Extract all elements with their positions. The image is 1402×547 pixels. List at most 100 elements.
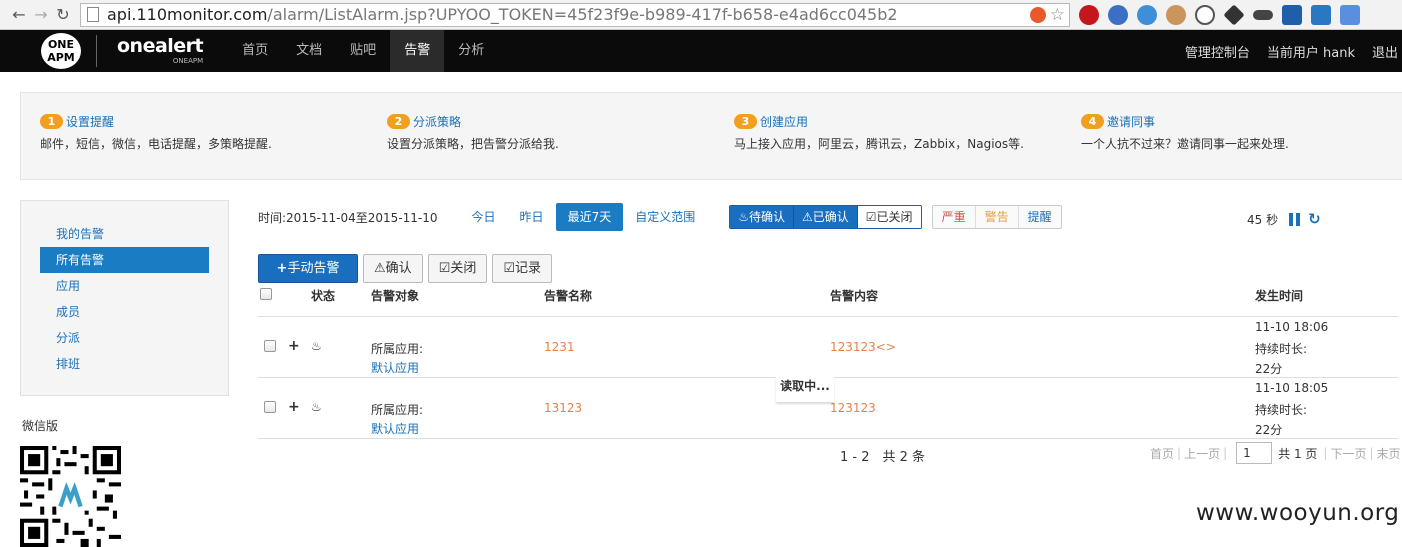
filter-custom-range[interactable]: 自定义范围 xyxy=(623,203,707,231)
chart-ext-icon[interactable] xyxy=(1282,4,1302,25)
step-title-link[interactable]: 创建应用 xyxy=(760,113,808,130)
cloud-icon[interactable] xyxy=(1137,4,1157,25)
object-label: 所属应用: xyxy=(371,342,424,356)
step-dispatch: 2 分派策略 设置分派策略，把告警分派给我. xyxy=(368,93,715,179)
select-all-checkbox[interactable] xyxy=(260,288,272,300)
star-icon[interactable]: ☆ xyxy=(1050,5,1065,25)
alert-content-link[interactable]: 123123<> xyxy=(830,340,896,354)
logout-link[interactable]: 退出 xyxy=(1372,42,1398,61)
col-time: 发生时间 xyxy=(1255,289,1304,303)
nav-analysis[interactable]: 分析 xyxy=(444,30,498,72)
translate-icon[interactable] xyxy=(1340,4,1360,25)
table-row[interactable]: + ♨ 所属应用: 默认应用 1231 123123<> 11-10 18:06… xyxy=(258,317,1398,378)
alert-content-link[interactable]: 123123 xyxy=(830,401,876,415)
page-number-input[interactable]: 1 xyxy=(1236,442,1273,464)
pause-icon[interactable] xyxy=(1289,212,1301,226)
brand-logo[interactable]: onealert ONEAPM xyxy=(117,37,204,65)
row-checkbox[interactable] xyxy=(264,340,276,352)
close-button[interactable]: ☑关闭 xyxy=(427,254,488,283)
header-right: 管理控制台 当前用户 hank 退出 xyxy=(1185,42,1402,61)
status-filter-group: ♨待确认 ⚠已确认 ☑已关闭 xyxy=(729,205,922,229)
expand-plus-icon[interactable]: + xyxy=(288,399,300,415)
back-icon[interactable]: ← xyxy=(8,4,30,26)
alert-name-link[interactable]: 1231 xyxy=(544,340,575,354)
object-app-link[interactable]: 默认应用 xyxy=(371,420,419,437)
mask-icon[interactable] xyxy=(1253,9,1273,20)
sidebar-item-all-alerts[interactable]: 所有告警 xyxy=(40,247,209,273)
next-page-link[interactable]: 下一页 xyxy=(1330,445,1366,462)
warning-icon: ⚠ xyxy=(802,210,813,224)
row-checkbox[interactable] xyxy=(264,401,276,413)
object-app-link[interactable]: 默认应用 xyxy=(371,359,419,376)
refresh-icon[interactable]: ↻ xyxy=(1308,210,1321,228)
nav-docs[interactable]: 文档 xyxy=(282,30,336,72)
prev-page-link[interactable]: 上一页 xyxy=(1184,445,1220,462)
s-ext-icon[interactable] xyxy=(1311,4,1331,25)
step-title-link[interactable]: 分派策略 xyxy=(413,113,461,130)
globe-icon[interactable] xyxy=(1108,4,1128,25)
confirm-button[interactable]: ⚠确认 xyxy=(363,254,423,283)
alert-time: 11-10 18:05 xyxy=(1255,381,1329,395)
duration-label: 持续时长: xyxy=(1255,342,1308,356)
extension-orange-icon[interactable] xyxy=(1029,6,1046,23)
expand-plus-icon[interactable]: + xyxy=(288,338,300,354)
address-bar[interactable]: api.110monitor.com/alarm/ListAlarm.jsp?U… xyxy=(80,2,1070,27)
last-page-link[interactable]: 末页 xyxy=(1377,445,1401,462)
sidebar-item-members[interactable]: 成员 xyxy=(21,299,228,325)
adblock-icon[interactable] xyxy=(1079,4,1099,25)
step-title-link[interactable]: 邀请同事 xyxy=(1107,113,1155,130)
filter-today[interactable]: 今日 xyxy=(460,203,508,231)
record-button[interactable]: ☑记录 xyxy=(492,254,553,283)
refresh-timer: 45 秒 ↻ xyxy=(1247,210,1321,228)
nav-forum[interactable]: 贴吧 xyxy=(336,30,390,72)
step-number-badge: 4 xyxy=(1081,114,1104,129)
diamond-icon[interactable] xyxy=(1223,3,1245,26)
table-header: 状态 告警对象 告警名称 告警内容 发生时间 xyxy=(258,282,1398,317)
level-notice-button[interactable]: 提醒 xyxy=(1019,206,1061,228)
step-desc: 邮件，短信，微信，电话提醒，多策略提醒. xyxy=(40,137,272,151)
status-pending-button[interactable]: ♨待确认 xyxy=(730,206,794,228)
sidebar-item-schedule[interactable]: 排班 xyxy=(21,351,228,377)
level-warning-button[interactable]: 警告 xyxy=(976,206,1019,228)
step-number-badge: 2 xyxy=(387,114,410,129)
nav-alerts[interactable]: 告警 xyxy=(390,30,445,72)
manual-alert-button[interactable]: +手动告警 xyxy=(258,254,358,283)
fire-icon: ♨ xyxy=(311,339,322,353)
wechat-qr-code xyxy=(20,446,121,547)
level-filter-group: 严重 警告 提醒 xyxy=(931,205,1062,229)
filter-last-7-days[interactable]: 最近7天 xyxy=(555,203,624,231)
clock-icon[interactable] xyxy=(1195,4,1215,25)
col-status: 状态 xyxy=(311,289,336,303)
status-confirmed-button[interactable]: ⚠已确认 xyxy=(794,206,858,228)
countdown-text: 45 秒 xyxy=(1247,212,1279,227)
alert-table: 状态 告警对象 告警名称 告警内容 发生时间 + ♨ 所属应用: 默认应用 12… xyxy=(258,282,1398,439)
cookie-icon[interactable] xyxy=(1166,4,1186,25)
top-nav: 首页 文档 贴吧 告警 分析 xyxy=(228,30,498,72)
plus-icon: + xyxy=(276,261,288,276)
oneapm-logo[interactable]: ONE APM xyxy=(41,33,81,69)
reload-icon[interactable]: ↻ xyxy=(52,4,74,26)
object-label: 所属应用: xyxy=(371,403,424,417)
sidebar-item-my-alerts[interactable]: 我的告警 xyxy=(21,221,228,247)
admin-console-link[interactable]: 管理控制台 xyxy=(1185,42,1250,61)
col-content: 告警内容 xyxy=(830,289,879,303)
duration-value: 22分 xyxy=(1255,362,1283,376)
step-title-link[interactable]: 设置提醒 xyxy=(66,113,114,130)
current-user[interactable]: 当前用户 hank xyxy=(1267,42,1355,61)
nav-home[interactable]: 首页 xyxy=(228,30,282,72)
duration-label: 持续时长: xyxy=(1255,403,1308,417)
forward-icon[interactable]: → xyxy=(30,4,52,26)
step-desc: 设置分派策略，把告警分派给我. xyxy=(387,137,559,151)
warning-icon: ⚠ xyxy=(374,261,386,276)
check-icon: ☑ xyxy=(865,210,877,224)
filter-yesterday[interactable]: 昨日 xyxy=(508,203,556,231)
edit-icon: ☑ xyxy=(503,261,515,276)
alert-name-link[interactable]: 13123 xyxy=(544,401,582,415)
sidebar-item-apps[interactable]: 应用 xyxy=(21,273,228,299)
pagination-info: 1 - 2 共 2 条 xyxy=(840,450,926,465)
sidebar-item-dispatch[interactable]: 分派 xyxy=(21,325,228,351)
status-closed-button[interactable]: ☑已关闭 xyxy=(857,206,921,228)
level-severe-button[interactable]: 严重 xyxy=(933,206,976,228)
first-page-link[interactable]: 首页 xyxy=(1150,445,1174,462)
step-create-app: 3 创建应用 马上接入应用，阿里云，腾讯云，Zabbix，Nagios等. xyxy=(715,93,1062,179)
